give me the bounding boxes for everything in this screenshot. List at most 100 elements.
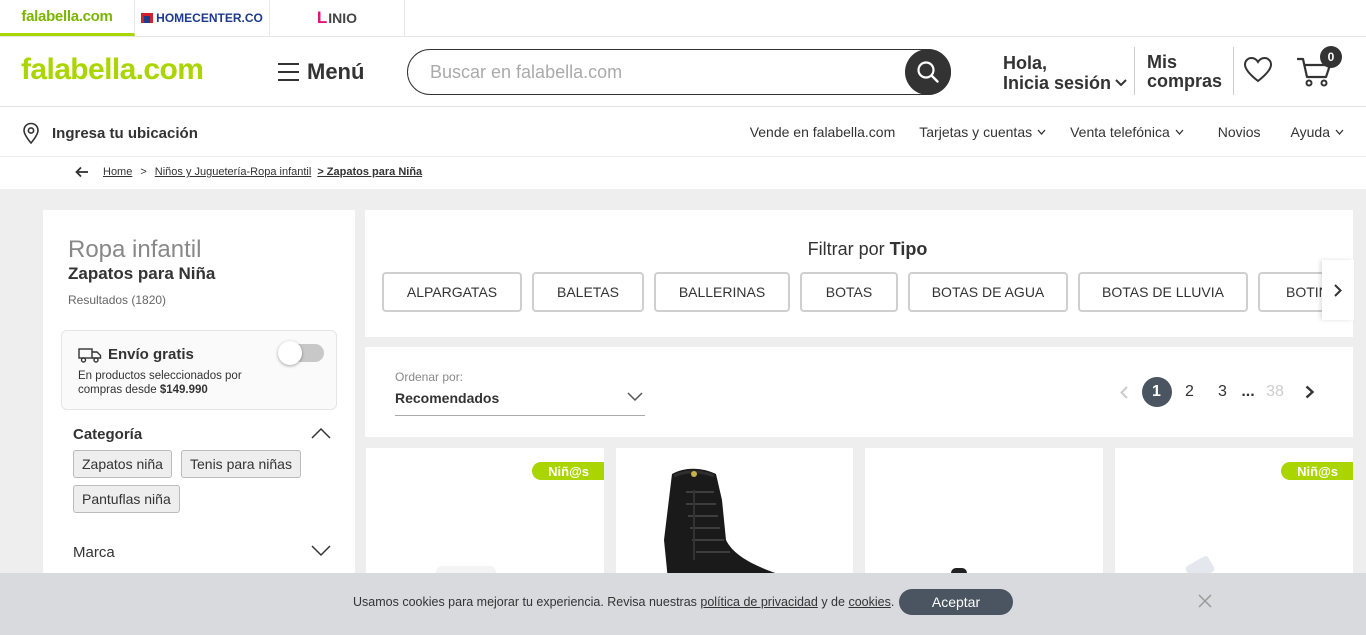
chevron-up-icon[interactable] xyxy=(311,427,331,439)
nav-cards-label: Tarjetas y cuentas xyxy=(919,124,1033,140)
facet-brand-heading[interactable]: Marca xyxy=(73,544,115,561)
heart-icon xyxy=(1243,56,1273,83)
nav-sell-link[interactable]: Vende en falabella.com xyxy=(750,124,896,140)
hamburger-icon xyxy=(278,63,299,81)
chevron-down-icon[interactable] xyxy=(311,545,331,557)
wishlist-button[interactable] xyxy=(1243,56,1273,89)
nav-wedding-label: Novios xyxy=(1217,124,1261,140)
brand-tab-linio[interactable]: L INIO xyxy=(270,0,405,36)
category-chip-pantuflas[interactable]: Pantuflas niña xyxy=(73,485,180,513)
pagination: 1 2 3 ... 38 xyxy=(1107,377,1326,407)
cart-count-badge: 0 xyxy=(1320,46,1342,68)
type-filter-prefix: Filtrar por xyxy=(807,239,885,259)
type-option-alpargatas[interactable]: ALPARGATAS xyxy=(382,272,522,312)
chevron-right-icon xyxy=(1305,385,1314,399)
nav-cards-link[interactable]: Tarjetas y cuentas xyxy=(919,124,1046,140)
cookie-banner: Usamos cookies para mejorar tu experienc… xyxy=(0,573,1366,635)
nav-sell-label: Vende en falabella.com xyxy=(749,124,896,140)
top-nav-links: Vende en falabella.com Tarjetas y cuenta… xyxy=(750,124,1344,140)
nav-help-label: Ayuda xyxy=(1290,124,1330,140)
brand-tab-homecenter[interactable]: HOMECENTER.CO xyxy=(135,0,270,36)
chevron-left-icon xyxy=(1119,385,1128,399)
chevron-down-icon xyxy=(1175,129,1184,135)
parent-category-title: Ropa infantil xyxy=(68,236,202,263)
sort-pagination-bar: Ordenar por: Recomendados 1 2 3 ... 38 xyxy=(365,347,1353,437)
search-input[interactable] xyxy=(430,50,890,94)
back-arrow-icon[interactable] xyxy=(75,166,89,178)
sort-select[interactable]: Recomendados xyxy=(395,390,499,406)
type-filter-next-button[interactable] xyxy=(1322,260,1354,320)
free-shipping-desc-line2: compras desde xyxy=(78,384,157,396)
product-badge: Niñ@s xyxy=(1281,462,1353,480)
location-pin-icon xyxy=(23,122,39,144)
product-badge: Niñ@s xyxy=(532,462,604,480)
type-option-botas[interactable]: BOTAS xyxy=(800,272,898,312)
brand-tab-falabella[interactable]: falabella.com xyxy=(0,0,135,36)
type-option-ballerinas[interactable]: BALLERINAS xyxy=(654,272,790,312)
pagination-page-1-label: 1 xyxy=(1141,377,1172,407)
pagination-page-1[interactable]: 1 xyxy=(1140,377,1173,407)
pagination-page-2[interactable]: 2 xyxy=(1173,377,1206,407)
type-option-botas-de-lluvia[interactable]: BOTAS DE LLUVIA xyxy=(1078,272,1248,312)
toggle-knob xyxy=(278,341,302,365)
main-header: falabella.com Menú Hola, Inicia sesión M… xyxy=(0,37,1366,107)
free-shipping-filter: Envío gratis En productos seleccionados … xyxy=(61,330,337,410)
header-divider xyxy=(1233,47,1234,95)
free-shipping-title: Envío gratis xyxy=(108,346,194,363)
pagination-ellipsis: ... xyxy=(1241,383,1255,400)
close-icon[interactable] xyxy=(1197,593,1213,609)
location-label: Ingresa tu ubicación xyxy=(52,124,198,142)
nav-phone-sales-link[interactable]: Venta telefónica xyxy=(1070,124,1184,140)
my-orders-line2: compras xyxy=(1147,71,1223,91)
category-chip-zapatos[interactable]: Zapatos niña xyxy=(73,450,172,478)
pagination-next-button[interactable] xyxy=(1293,377,1326,407)
homecenter-brand: HOMECENTER.CO xyxy=(141,11,263,25)
cookies-link[interactable]: cookies xyxy=(848,595,890,609)
truck-icon xyxy=(78,347,102,363)
header-divider xyxy=(1134,47,1135,95)
pagination-prev-button[interactable] xyxy=(1107,377,1140,407)
type-filter-panel: Filtrar por Tipo ALPARGATAS BALETAS BALL… xyxy=(365,210,1353,337)
type-option-botas-de-agua[interactable]: BOTAS DE AGUA xyxy=(908,272,1068,312)
linio-brand: L INIO xyxy=(317,8,357,28)
falabella-brand-label: falabella.com xyxy=(21,8,113,25)
login-label: Inicia sesión xyxy=(1003,73,1112,93)
nav-wedding-link[interactable]: Novios xyxy=(1218,124,1261,140)
filter-sidebar: Ropa infantil Zapatos para Niña Resultad… xyxy=(43,210,355,635)
breadcrumb-current[interactable]: > Zapatos para Niña xyxy=(317,166,422,178)
results-count: Resultados (1820) xyxy=(68,293,167,307)
breadcrumb-home[interactable]: Home xyxy=(103,166,132,178)
homecenter-brand-label: HOMECENTER.CO xyxy=(156,11,263,25)
free-shipping-heading: Envío gratis xyxy=(78,346,194,363)
search-button[interactable] xyxy=(905,49,951,95)
site-logo[interactable]: falabella.com xyxy=(21,53,204,87)
free-shipping-amount: $149.990 xyxy=(159,384,208,396)
linio-logo-icon: L xyxy=(316,8,328,27)
cookie-text-1: Usamos cookies para mejorar tu experienc… xyxy=(353,595,697,609)
privacy-policy-link[interactable]: política de privacidad xyxy=(700,595,817,609)
my-orders-line1: Mis xyxy=(1147,52,1178,72)
account-login[interactable]: Hola, Inicia sesión xyxy=(1003,53,1127,93)
menu-button[interactable]: Menú xyxy=(278,59,364,85)
greeting-text: Hola, xyxy=(1003,53,1048,73)
cookie-text-2: y de xyxy=(821,595,845,609)
free-shipping-toggle[interactable] xyxy=(278,341,324,365)
homecenter-logo-icon xyxy=(141,13,154,23)
pagination-last-page[interactable]: 38 xyxy=(1257,377,1293,407)
type-filter-title: Filtrar por Tipo xyxy=(365,239,1353,260)
breadcrumb-category[interactable]: Niños y Juguetería-Ropa infantil xyxy=(155,166,312,178)
nav-help-link[interactable]: Ayuda xyxy=(1291,124,1344,140)
location-selector[interactable]: Ingresa tu ubicación xyxy=(22,122,198,144)
facet-category-heading[interactable]: Categoría xyxy=(73,426,142,443)
category-chip-tenis[interactable]: Tenis para niñas xyxy=(181,450,301,478)
accept-cookies-button[interactable]: Aceptar xyxy=(899,589,1013,615)
sort-label: Ordenar por: xyxy=(395,370,464,384)
chevron-down-icon[interactable] xyxy=(627,392,643,402)
cookie-message: Usamos cookies para mejorar tu experienc… xyxy=(353,595,894,609)
chevron-down-icon xyxy=(1115,79,1127,87)
sort-underline xyxy=(395,415,645,416)
brand-bar: falabella.com HOMECENTER.CO L INIO xyxy=(0,0,1366,37)
pagination-page-3[interactable]: 3 xyxy=(1206,377,1239,407)
type-option-baletas[interactable]: BALETAS xyxy=(532,272,644,312)
my-orders-link[interactable]: Mis compras xyxy=(1147,53,1222,91)
